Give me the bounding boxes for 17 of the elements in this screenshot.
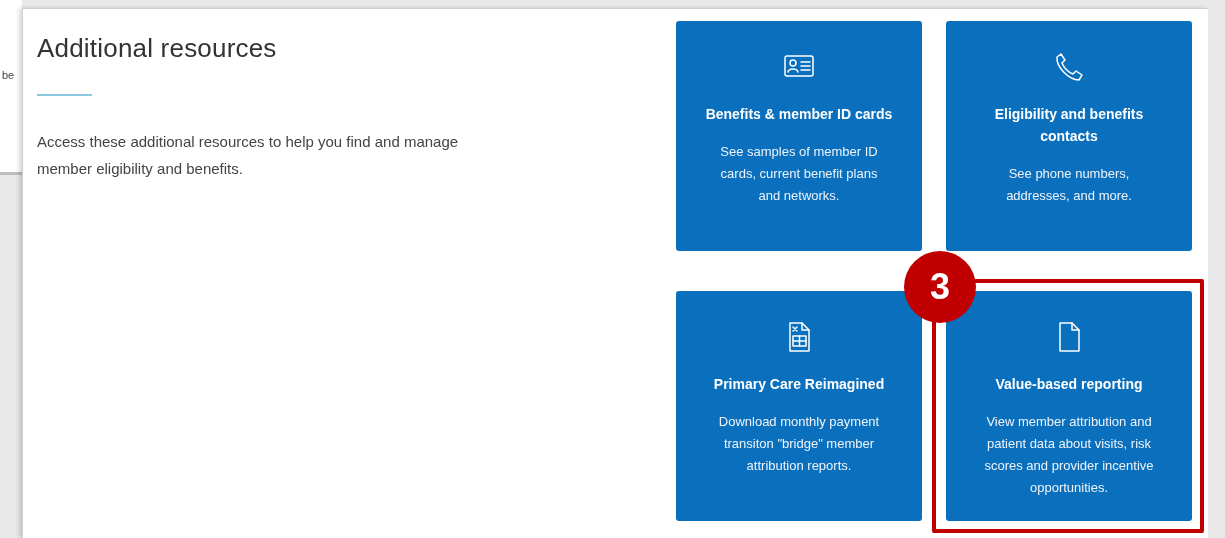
card-title: Value-based reporting <box>995 375 1143 394</box>
phone-icon <box>1053 51 1085 83</box>
panel-title: Additional resources <box>37 33 278 64</box>
card-description: View member attribution and patient data about visits, risk scores and provider incentive opportunities. <box>983 413 1155 497</box>
panel-description: Access these additional resources to help you find and manage member eligibility and benefits. <box>37 132 460 179</box>
card-title: Benefits & member ID cards <box>705 105 893 124</box>
title-underline <box>37 94 92 96</box>
resource-card[interactable]: Benefits & member ID cards See samples of member ID cards, current benefit plans and networks. <box>676 21 922 251</box>
resource-card[interactable]: Eligibility and benefits contacts See phone numbers, addresses, and more. <box>946 21 1192 251</box>
resource-card[interactable]: Primary Care Reimagined Download monthly payment transiton "bridge" member attribution reports. <box>676 291 922 521</box>
card-title: Eligibility and benefits contacts <box>993 105 1145 146</box>
step-number-badge: 3 <box>904 251 976 323</box>
background-text: be <box>2 69 15 81</box>
card-description: Download monthly payment transiton "bridge" member attribution reports. <box>717 413 881 475</box>
card-title: Primary Care Reimagined <box>713 375 885 394</box>
card-description: See phone numbers, addresses, and more. <box>1005 165 1133 205</box>
card-description: See samples of member ID cards, current benefit plans and networks. <box>719 143 879 205</box>
